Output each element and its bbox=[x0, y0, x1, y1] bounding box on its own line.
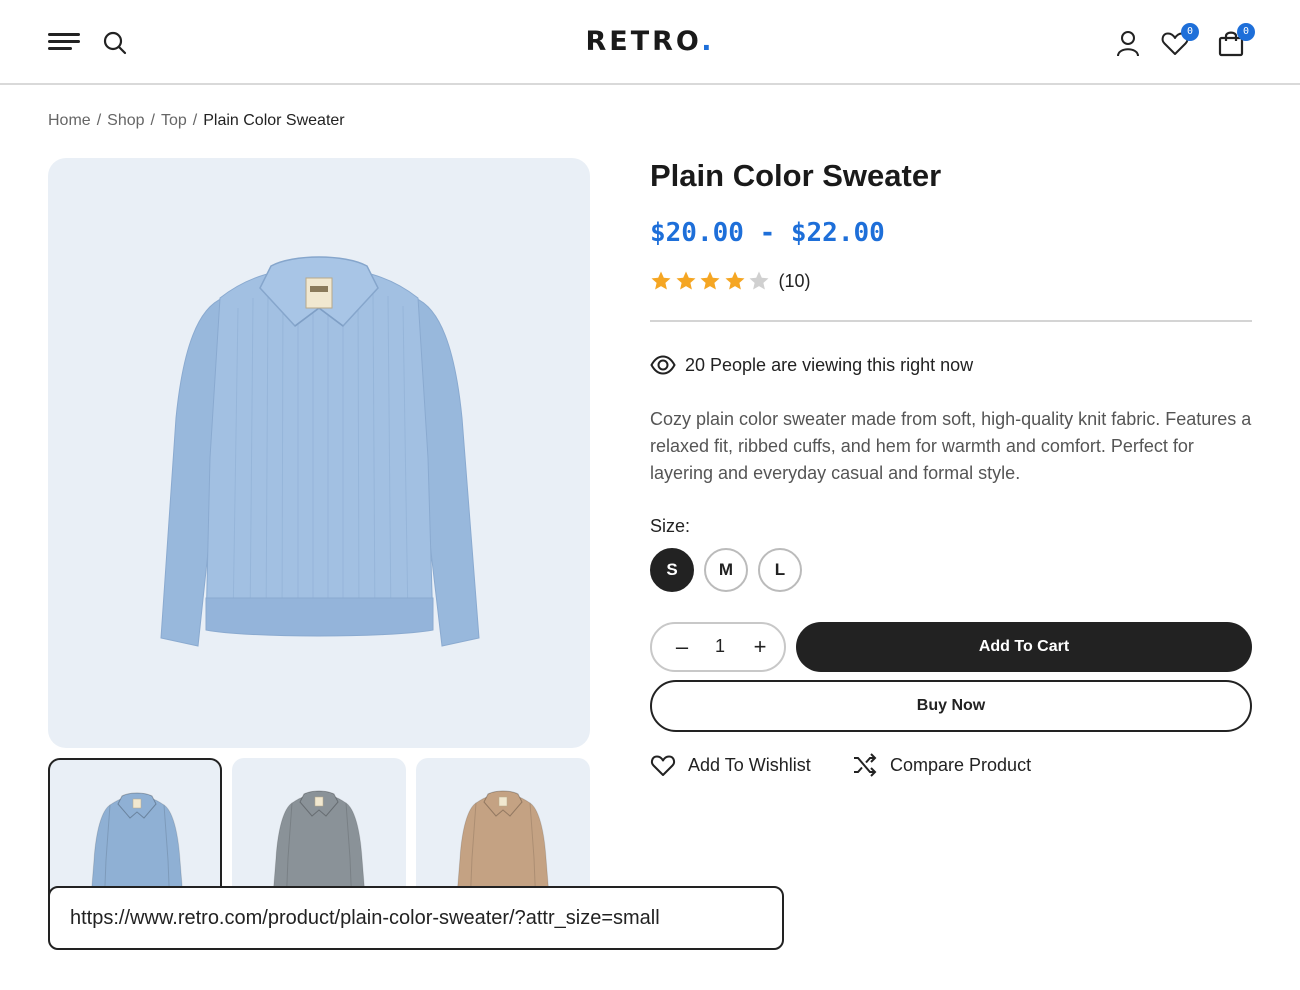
wishlist-label: Add To Wishlist bbox=[688, 754, 811, 775]
breadcrumb-top[interactable]: Top bbox=[161, 112, 187, 129]
buy-now-button[interactable]: Buy Now bbox=[650, 680, 1252, 732]
link-preview-url: https://www.retro.com/product/plain-colo… bbox=[48, 886, 784, 950]
compare-product-link[interactable]: Compare Product bbox=[852, 752, 1031, 778]
quantity-stepper: – 1 + bbox=[650, 622, 786, 672]
review-count[interactable]: (10) bbox=[779, 271, 811, 292]
account-icon[interactable] bbox=[1113, 28, 1143, 58]
breadcrumb-home[interactable]: Home bbox=[48, 112, 91, 129]
eye-icon bbox=[650, 355, 676, 375]
star-filled-icon bbox=[676, 271, 695, 290]
size-option-l[interactable]: L bbox=[758, 548, 802, 592]
product-rating[interactable]: (10) bbox=[650, 270, 811, 292]
size-option-m[interactable]: M bbox=[704, 548, 748, 592]
quantity-input[interactable]: 1 bbox=[705, 636, 735, 657]
add-to-wishlist-link[interactable]: Add To Wishlist bbox=[650, 752, 811, 778]
site-logo[interactable]: RETRO. bbox=[0, 26, 1300, 57]
sweater-illustration bbox=[160, 256, 480, 647]
product-title: Plain Color Sweater bbox=[650, 158, 942, 193]
size-selector: S M L bbox=[650, 548, 812, 592]
add-to-cart-button[interactable]: Add To Cart bbox=[796, 622, 1252, 672]
main-product-image[interactable] bbox=[48, 158, 590, 748]
cart-icon[interactable]: 0 bbox=[1216, 23, 1255, 58]
star-empty-icon bbox=[749, 271, 769, 290]
star-filled-icon bbox=[700, 271, 720, 290]
star-filled-icon bbox=[651, 271, 671, 290]
viewing-notice: 20 People are viewing this right now bbox=[650, 352, 973, 378]
size-label: Size: bbox=[650, 516, 691, 536]
size-option-s[interactable]: S bbox=[650, 548, 694, 592]
breadcrumb: Home / Shop / Top / Plain Color Sweater bbox=[48, 112, 345, 129]
shuffle-icon bbox=[854, 753, 877, 777]
breadcrumb-shop[interactable]: Shop bbox=[107, 112, 144, 129]
breadcrumb-current: Plain Color Sweater bbox=[203, 112, 345, 129]
wishlist-header-icon[interactable]: 0 bbox=[1160, 23, 1199, 58]
wishlist-count-badge: 0 bbox=[1181, 23, 1199, 41]
product-description: Cozy plain color sweater made from soft,… bbox=[650, 409, 1252, 483]
viewing-text: 20 People are viewing this right now bbox=[685, 354, 974, 375]
compare-label: Compare Product bbox=[890, 754, 1032, 775]
quantity-increase-button[interactable]: + bbox=[747, 634, 773, 660]
site-header: RETRO. 0 0 bbox=[0, 0, 1300, 85]
cart-count-badge: 0 bbox=[1237, 23, 1255, 41]
product-price: $20.00 - $22.00 bbox=[650, 218, 885, 248]
divider bbox=[650, 320, 1252, 322]
quantity-decrease-button[interactable]: – bbox=[669, 634, 695, 660]
heart-icon bbox=[650, 755, 676, 776]
star-filled-icon bbox=[725, 271, 744, 290]
